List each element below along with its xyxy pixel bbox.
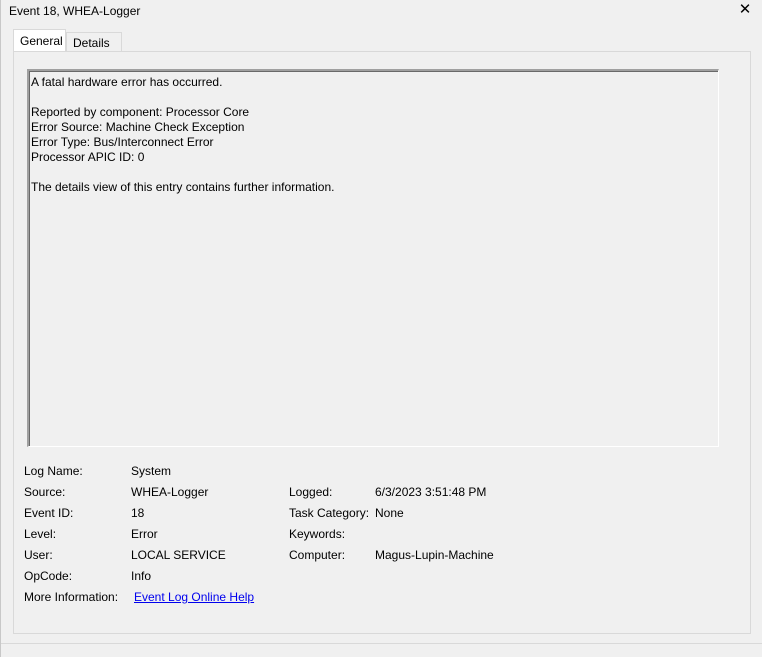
description-blank-line [31, 90, 716, 105]
opcode-label: OpCode: [24, 569, 73, 583]
user-value: LOCAL SERVICE [131, 548, 226, 562]
event-fields: Log Name: System Source: WHEA-Logger Log… [24, 464, 724, 614]
source-value: WHEA-Logger [131, 485, 209, 499]
task-category-label: Task Category: [289, 506, 370, 520]
level-label: Level: [24, 527, 57, 541]
close-icon[interactable]: ✕ [737, 1, 753, 19]
computer-label: Computer: [289, 548, 346, 562]
source-label: Source: [24, 485, 66, 499]
tab-strip: General Details [13, 29, 753, 52]
description-line: Reported by component: Processor Core [31, 105, 250, 119]
window-title: Event 18, WHEA-Logger [9, 4, 141, 18]
log-name-label: Log Name: [24, 464, 83, 478]
tab-details[interactable]: Details [66, 32, 122, 51]
opcode-value: Info [131, 569, 152, 583]
event-properties-window: Event 18, WHEA-Logger ✕ General Details … [0, 0, 762, 657]
description-line: Error Source: Machine Check Exception [31, 120, 245, 134]
description-line: Processor APIC ID: 0 [31, 150, 145, 164]
event-id-value: 18 [131, 506, 145, 520]
description-line: Error Type: Bus/Interconnect Error [31, 135, 214, 149]
description-blank-line [31, 165, 716, 180]
window-bottom-edge [1, 643, 762, 657]
event-description-box[interactable]: A fatal hardware error has occurred. Rep… [27, 69, 719, 447]
description-line: A fatal hardware error has occurred. [31, 75, 223, 89]
user-label: User: [24, 548, 53, 562]
logged-label: Logged: [289, 485, 333, 499]
task-category-value: None [375, 506, 404, 520]
event-id-label: Event ID: [24, 506, 74, 520]
computer-value: Magus-Lupin-Machine [375, 548, 494, 562]
title-bar: Event 18, WHEA-Logger ✕ [1, 0, 762, 22]
log-name-value: System [131, 464, 172, 478]
description-line: The details view of this entry contains … [31, 180, 335, 194]
tab-general[interactable]: General [13, 29, 66, 52]
level-value: Error [131, 527, 158, 541]
keywords-label: Keywords: [289, 527, 346, 541]
more-information-label: More Information: [24, 590, 119, 604]
logged-value: 6/3/2023 3:51:48 PM [375, 485, 487, 499]
event-log-online-help-link[interactable]: Event Log Online Help [134, 590, 254, 604]
